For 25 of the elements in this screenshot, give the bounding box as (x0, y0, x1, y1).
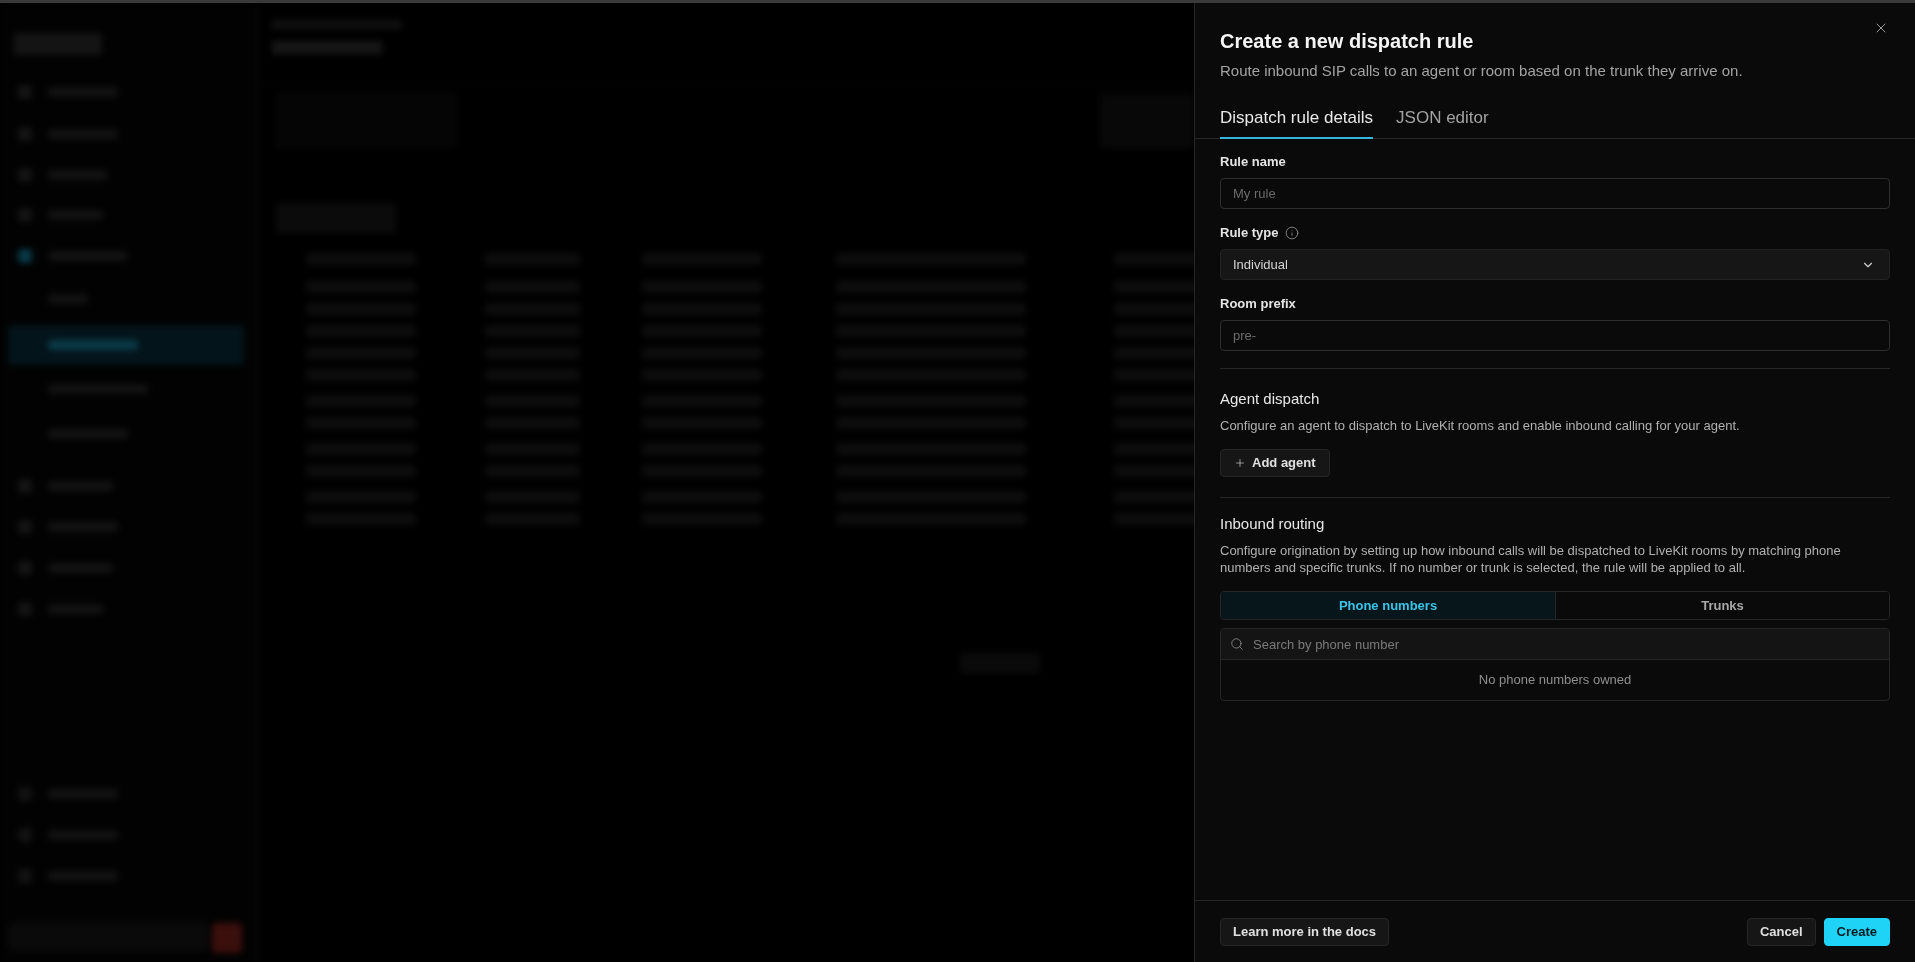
cancel-button[interactable]: Cancel (1746, 917, 1816, 946)
field-label: Rule name (1220, 153, 1286, 171)
search-icon (1230, 637, 1244, 651)
info-icon[interactable] (1284, 226, 1299, 240)
text-input[interactable]: pre- (1220, 320, 1890, 351)
segment-tab[interactable]: Phone numbers (1221, 592, 1555, 619)
tab[interactable]: JSON editor (1396, 106, 1489, 139)
create-button[interactable]: Create (1823, 917, 1890, 946)
empty-state-text: No phone numbers owned (1478, 671, 1632, 690)
field-label: Room prefix (1220, 295, 1296, 313)
section-description: Configure origination by setting up how inbound calls will be dispatched to LiveKit rooms by matching phone numbers and specific trunks. If no number or trunk is selected, the rule will be applied to all. (1220, 542, 1842, 576)
add-agent-button[interactable]: Add agent (1220, 449, 1330, 477)
tab[interactable]: Dispatch rule details (1220, 106, 1374, 139)
docs-link-button[interactable]: Learn more in the docs (1220, 917, 1390, 946)
segment-tab[interactable]: Trunks (1555, 592, 1889, 619)
section-heading: Inbound routing (1220, 514, 1326, 534)
text-input[interactable]: My rule (1220, 178, 1890, 209)
plus-icon (1234, 457, 1246, 469)
select-dropdown[interactable]: Individual (1220, 249, 1890, 280)
section-description: Configure an agent to dispatch to LiveKit rooms and enable inbound calling for your agent. (1220, 417, 1741, 435)
search-field[interactable]: Search by phone number (1221, 629, 1889, 659)
drawer-title: Create a new dispatch rule (1220, 29, 1474, 54)
section-heading: Agent dispatch (1220, 389, 1321, 409)
field-label: Rule type (1220, 224, 1279, 242)
drawer-subtitle: Route inbound SIP calls to an agent or room based on the trunk they arrive on. (1220, 61, 1743, 81)
